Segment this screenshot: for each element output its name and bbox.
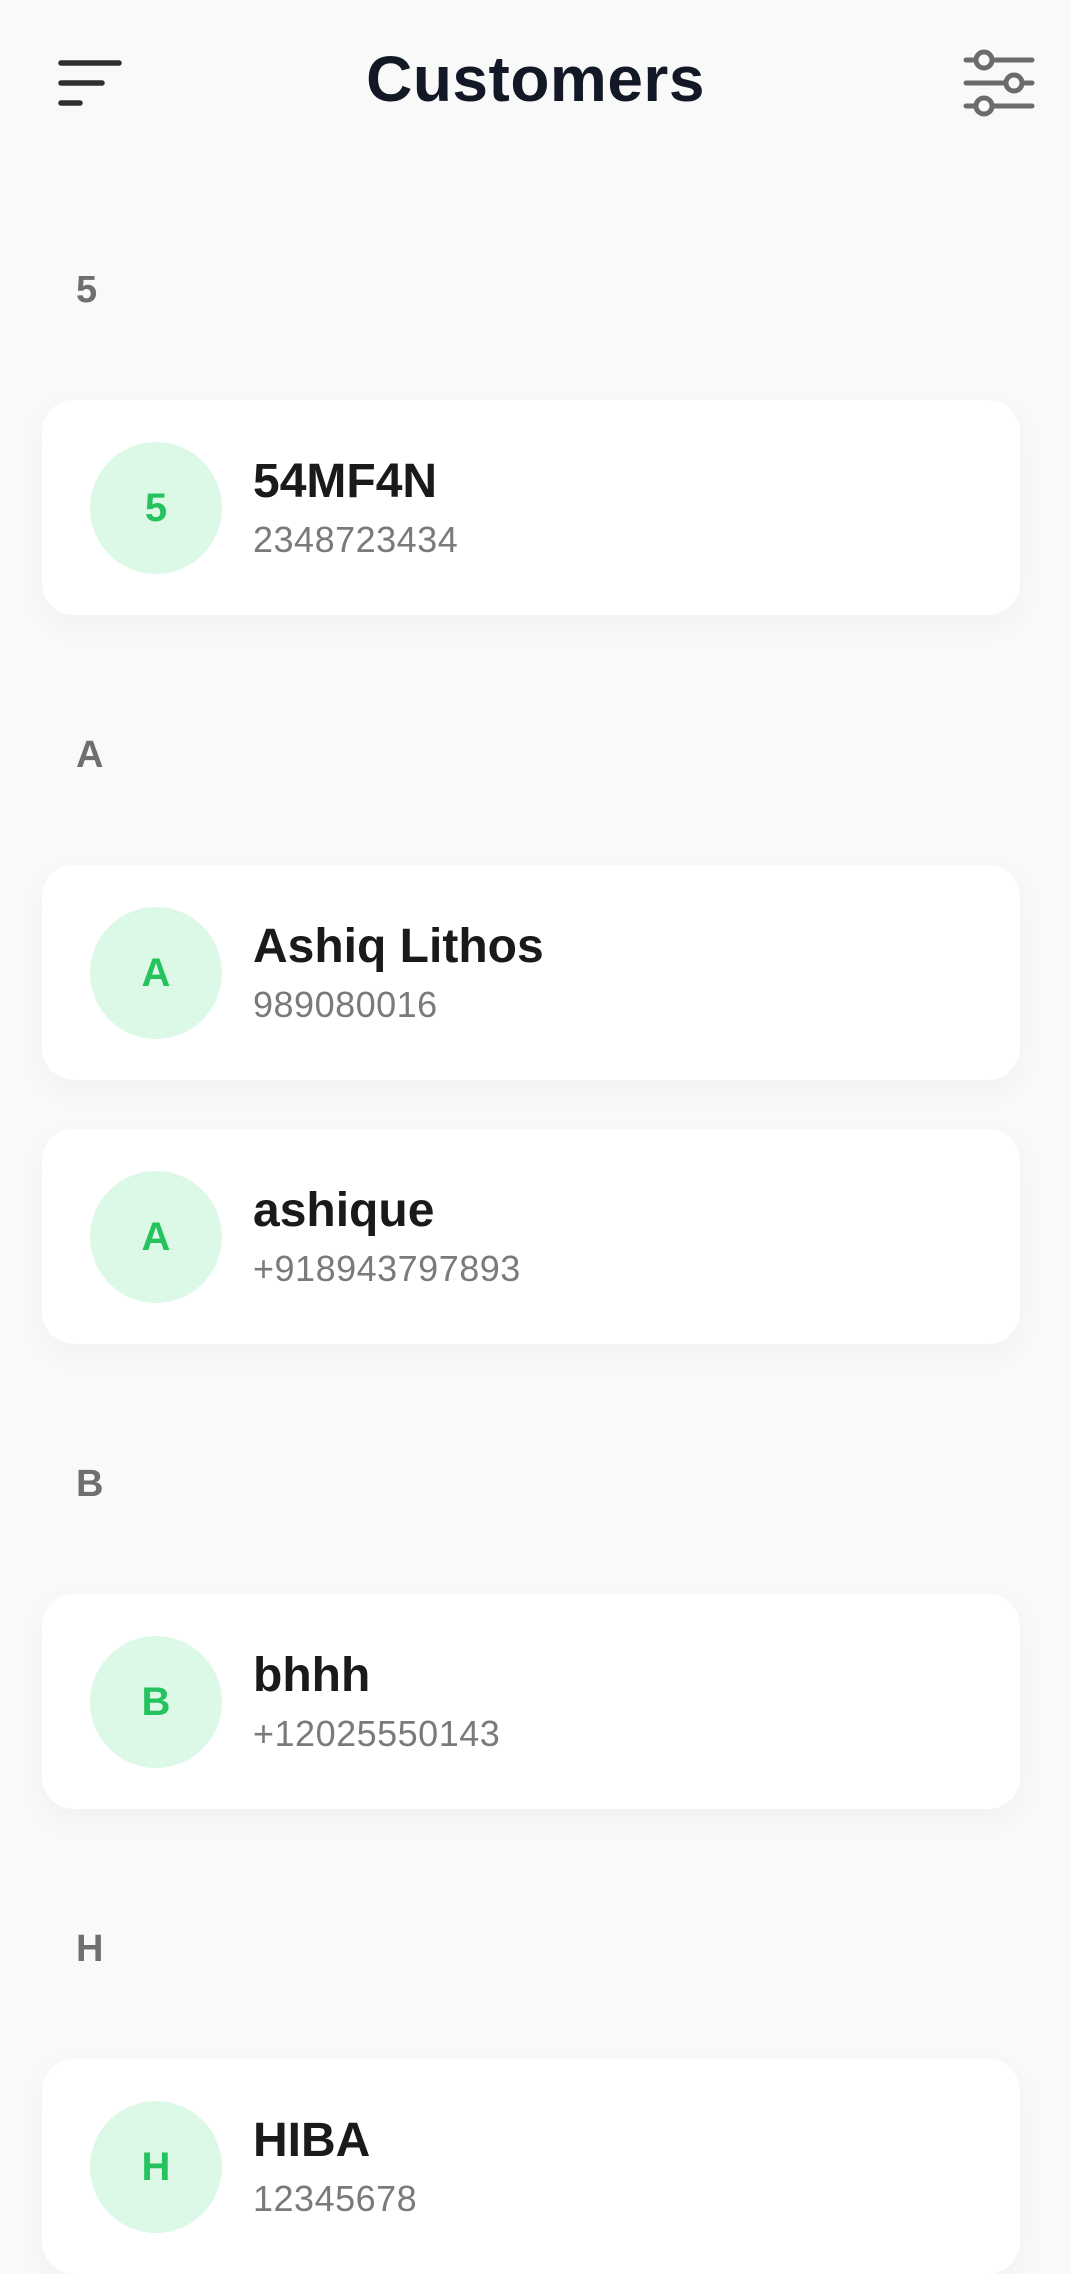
page-title: Customers [366,43,705,115]
app-bar: Customers [0,0,1071,164]
section-cards: Bbhhh +12025550143 [0,1594,1071,1809]
sliders-icon[interactable] [962,46,1036,120]
customer-name: HIBA [253,2114,371,2167]
customer-phone: 989080016 [253,984,438,1025]
avatar: A [90,1171,222,1303]
avatar: 5 [90,442,222,574]
customer-phone: +12025550143 [253,1713,501,1754]
customer-card[interactable]: Aashique +918943797893 [42,1129,1020,1344]
customer-phone: +918943797893 [253,1248,521,1289]
customer-card[interactable]: 5 54MF4N 2348723434 [42,400,1020,615]
customer-name: bhhh [253,1649,371,1702]
customer-name: ashique [253,1184,435,1237]
section-header: B [76,1463,104,1505]
section-header: 5 [76,269,98,311]
section-header: H [76,1928,104,1970]
section-header: A [76,734,104,776]
customer-name: 54MF4N [253,455,438,508]
customer-section: H H HIBA 12345678 [0,1907,1071,2274]
customer-section: B Bbhhh +12025550143 [0,1442,1071,1809]
customer-phone: 12345678 [253,2178,418,2219]
section-cards: A Ashiq Lithos 989080016 Aashique +918943797… [0,865,1071,1344]
customer-card[interactable]: H HIBA 12345678 [42,2059,1020,2274]
customer-card[interactable]: Bbhhh +12025550143 [42,1594,1020,1809]
section-cards: 5 54MF4N 2348723434 [0,400,1071,615]
avatar: A [90,907,222,1039]
section-cards: H HIBA 12345678 [0,2059,1071,2274]
avatar: H [90,2101,222,2233]
customer-list: 5 5 54MF4N 2348723434 A A Ashiq Lithos 98908001… [0,164,1071,2274]
customer-phone: 2348723434 [253,519,459,560]
customer-section: A A Ashiq Lithos 989080016 Aashique +91894379… [0,713,1071,1344]
customer-name: Ashiq Lithos [253,920,544,973]
avatar: B [90,1636,222,1768]
customer-card[interactable]: A Ashiq Lithos 989080016 [42,865,1020,1080]
customer-section: 5 5 54MF4N 2348723434 [0,248,1071,615]
